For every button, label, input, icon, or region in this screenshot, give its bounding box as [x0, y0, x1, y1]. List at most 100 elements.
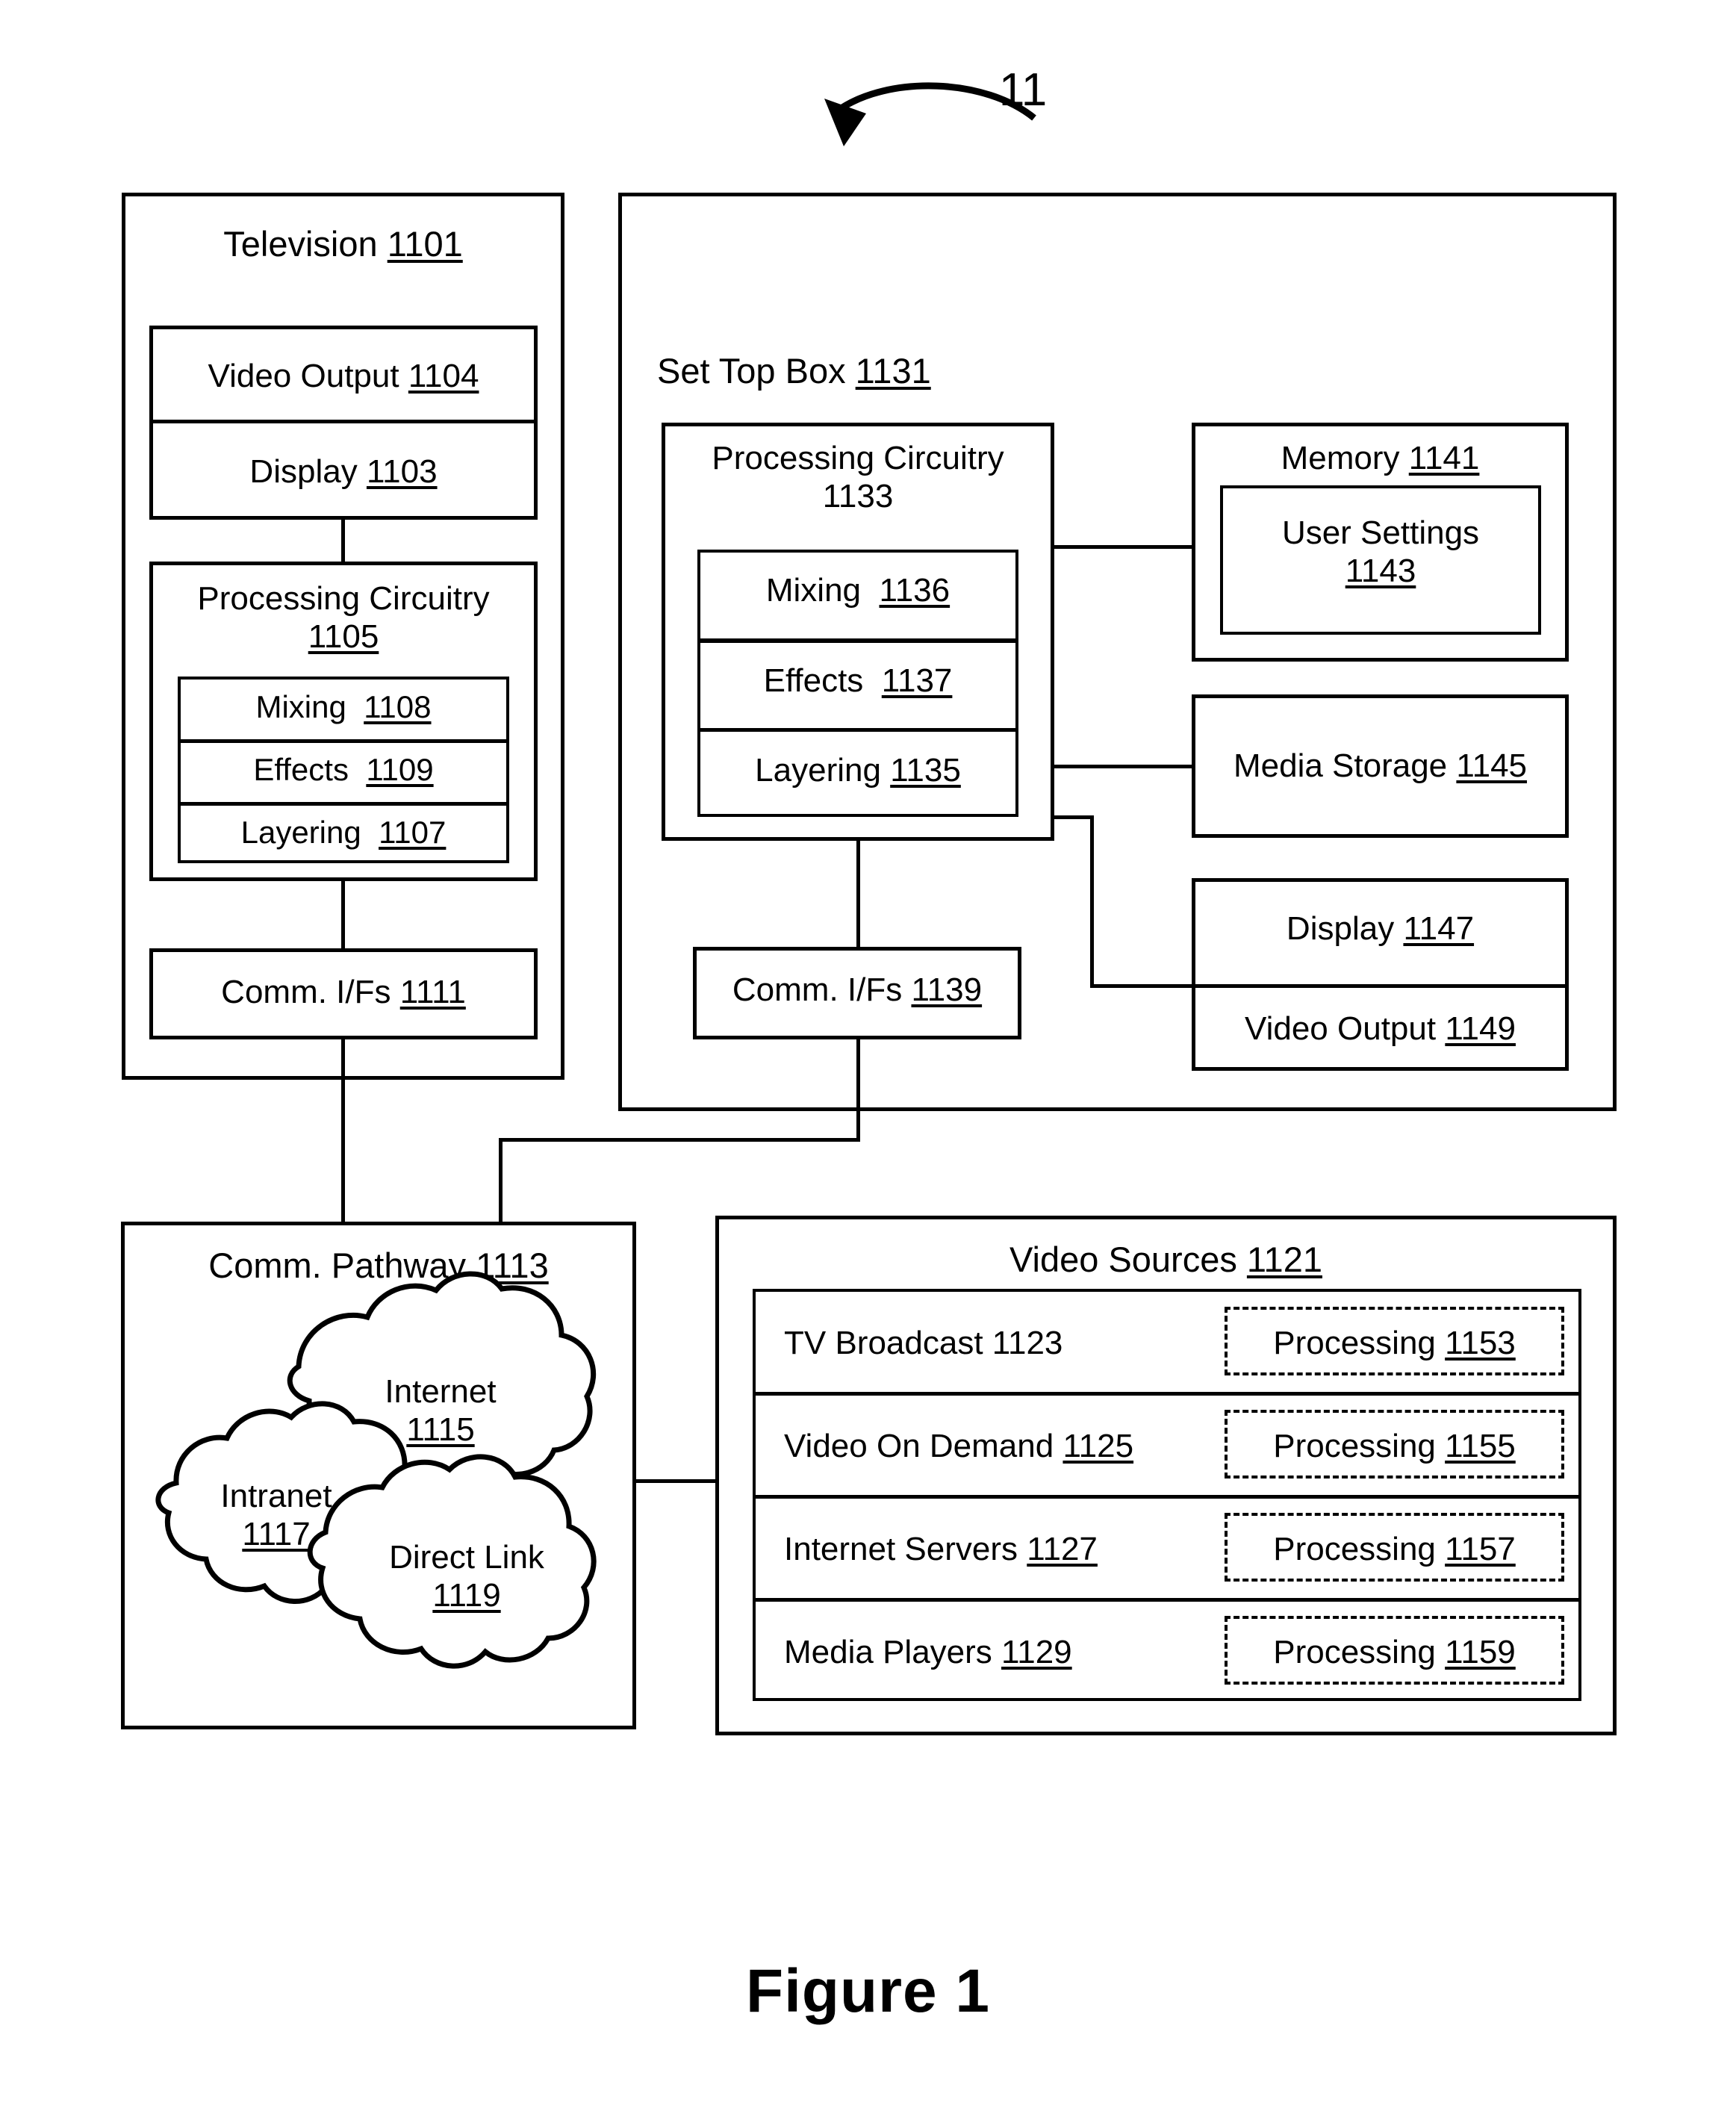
stb-video-output-ref: 1149	[1445, 1010, 1516, 1047]
tv-processing-title-ref: 1105	[308, 618, 379, 656]
tv-block-layering-label: Layering	[240, 815, 361, 850]
stb-to-pathway-h	[499, 1138, 860, 1142]
tv-display-ref: 1103	[366, 453, 438, 490]
video-source-row-4-processing: Processing 1159	[1225, 1633, 1564, 1671]
stb-link-processing-memory-h	[1054, 545, 1192, 549]
tv-comm-ifs-text: Comm. I/Fs 1111	[149, 973, 538, 1011]
tv-display: Display 1103	[149, 453, 538, 491]
video-source-row-2-processing-ref: 1155	[1445, 1428, 1516, 1464]
stb-link-processing-storage-h	[1054, 765, 1192, 768]
stb-memory-title: Memory 1141	[1192, 439, 1569, 477]
stb-to-pathway-v1	[856, 1039, 860, 1142]
video-sources-title-label: Video Sources	[1009, 1240, 1237, 1279]
stb-display-label: Display	[1286, 910, 1395, 947]
stb-title: Set Top Box 1131	[657, 351, 1105, 392]
video-source-row-2-label: Video On Demand 1125	[784, 1427, 1262, 1465]
stb-block-mixing-ref: 1136	[879, 572, 951, 609]
stb-block-effects: Effects 1137	[697, 662, 1018, 700]
stb-title-ref: 1131	[855, 351, 931, 391]
tv-block-mixing: Mixing 1108	[178, 689, 509, 726]
stb-comm-ifs-label: Comm. I/Fs	[732, 971, 903, 1008]
video-source-row-3-label-ref: 1127	[1027, 1531, 1098, 1567]
video-sources-divider-1	[753, 1392, 1581, 1396]
video-source-row-1-processing-ref: 1153	[1445, 1325, 1516, 1361]
cloud-directlink-label: Direct Link	[389, 1539, 544, 1576]
cloud-intranet-ref: 1117	[242, 1516, 311, 1553]
video-source-row-2-processing-label: Processing	[1273, 1428, 1436, 1464]
tv-connector-processing-commifs	[341, 881, 345, 948]
comm-pathway-title: Comm. Pathway 1113	[121, 1246, 636, 1287]
stb-memory-ref: 1141	[1408, 440, 1480, 476]
tv-output-display-divider	[149, 420, 538, 423]
video-source-row-4-label-text: Media Players	[784, 1634, 992, 1670]
patent-figure-canvas: 11 Television 1101 Video Output 1104 Dis…	[0, 0, 1736, 2102]
stb-block-mixing: Mixing 1136	[697, 571, 1018, 609]
video-sources-title: Video Sources 1121	[715, 1240, 1617, 1281]
tv-display-label: Display	[249, 453, 358, 490]
video-source-row-3-processing-ref: 1157	[1445, 1531, 1516, 1567]
television-title: Television 1101	[122, 224, 564, 265]
video-source-row-4-label-ref: 1129	[1001, 1634, 1072, 1670]
stb-user-settings-ref: 1143	[1345, 553, 1416, 590]
comm-pathway-container	[121, 1222, 636, 1729]
tv-block-effects-label: Effects	[253, 752, 349, 787]
stb-display-text: Display 1147	[1192, 909, 1569, 948]
stb-media-storage-label: Media Storage	[1233, 747, 1448, 784]
video-source-row-1-processing-label: Processing	[1273, 1325, 1436, 1361]
tv-connector-display-processing	[341, 520, 345, 562]
stb-processing-title: Processing Circuitry 1133	[662, 439, 1054, 515]
tv-block-mixing-label: Mixing	[255, 689, 346, 724]
stb-connector-processing-commifs	[856, 841, 860, 947]
stb-block-layering-ref: 1135	[890, 752, 961, 789]
stb-link-display-h1	[1054, 815, 1094, 819]
tv-video-output-label: Video Output	[208, 358, 399, 394]
stb-processing-title-label: Processing Circuitry	[712, 440, 1004, 476]
figure-reference-number: 11	[998, 64, 1048, 116]
video-sources-divider-3	[753, 1598, 1581, 1602]
cloud-intranet-text: Intranet 1117	[179, 1477, 373, 1553]
video-source-row-2-processing: Processing 1155	[1225, 1427, 1564, 1465]
video-source-row-1-processing: Processing 1153	[1225, 1324, 1564, 1362]
tv-video-output-ref: 1104	[408, 358, 479, 394]
tv-block-divider-1	[178, 739, 509, 743]
video-sources-title-ref: 1121	[1246, 1240, 1322, 1279]
stb-block-layering-label: Layering	[755, 752, 881, 789]
cloud-directlink-text: Direct Link 1119	[351, 1538, 582, 1614]
tv-block-divider-2	[178, 802, 509, 806]
video-source-row-3-label: Internet Servers 1127	[784, 1530, 1262, 1568]
stb-comm-ifs-ref: 1139	[911, 971, 983, 1008]
video-source-row-4-label: Media Players 1129	[784, 1633, 1262, 1671]
pathway-to-sources-line	[636, 1479, 718, 1483]
stb-block-divider-1	[697, 638, 1018, 643]
cloud-directlink-ref: 1119	[432, 1577, 501, 1614]
comm-pathway-title-ref: 1113	[476, 1246, 549, 1285]
stb-media-storage-text: Media Storage 1145	[1192, 747, 1569, 785]
cloud-internet-text: Internet 1115	[329, 1372, 553, 1449]
stb-processing-title-ref: 1133	[822, 478, 894, 515]
stb-video-output-text: Video Output 1149	[1192, 1010, 1569, 1048]
stb-comm-ifs-text: Comm. I/Fs 1139	[693, 971, 1021, 1009]
cloud-internet-label: Internet	[385, 1373, 497, 1410]
stb-media-storage-ref: 1145	[1456, 747, 1528, 784]
stb-display-output-divider	[1192, 984, 1569, 988]
stb-to-pathway-v2	[499, 1138, 503, 1225]
tv-comm-ifs-ref: 1111	[399, 974, 466, 1010]
video-source-row-1-label: TV Broadcast 1123	[784, 1325, 1063, 1361]
cloud-intranet-label: Intranet	[220, 1478, 332, 1514]
stb-block-effects-ref: 1137	[881, 662, 953, 699]
video-source-row-2-label-text: Video On Demand	[784, 1428, 1054, 1464]
video-source-row-3-label-text: Internet Servers	[784, 1531, 1018, 1567]
tv-block-layering-ref: 1107	[379, 815, 447, 850]
tv-processing-title-label: Processing Circuitry	[197, 580, 490, 617]
stb-display-ref: 1147	[1403, 910, 1475, 947]
stb-block-divider-2	[697, 728, 1018, 732]
cloud-internet-ref: 1115	[406, 1411, 475, 1449]
tv-video-output: Video Output 1104	[149, 357, 538, 395]
figure-caption: Figure 1	[746, 1957, 990, 2025]
tv-comm-ifs-label: Comm. I/Fs	[221, 974, 391, 1010]
stb-video-output-label: Video Output	[1245, 1010, 1437, 1047]
stb-memory-label: Memory	[1281, 440, 1400, 476]
tv-block-effects: Effects 1109	[178, 752, 509, 789]
television-title-ref: 1101	[387, 224, 463, 264]
video-source-row-4-processing-label: Processing	[1273, 1634, 1436, 1670]
